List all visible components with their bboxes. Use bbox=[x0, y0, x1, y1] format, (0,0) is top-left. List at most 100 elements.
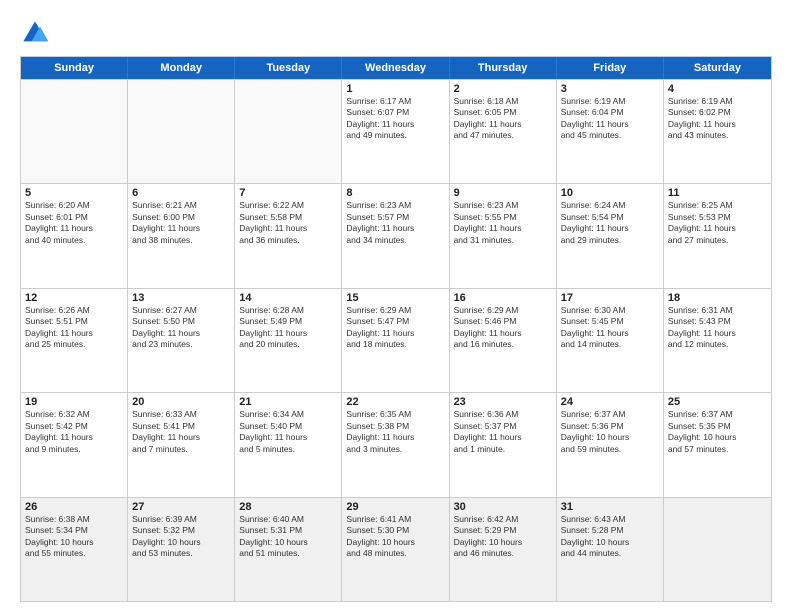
cell-info: Sunrise: 6:43 AMSunset: 5:28 PMDaylight:… bbox=[561, 514, 659, 560]
calendar-cell: 1Sunrise: 6:17 AMSunset: 6:07 PMDaylight… bbox=[342, 80, 449, 183]
calendar-cell: 14Sunrise: 6:28 AMSunset: 5:49 PMDayligh… bbox=[235, 289, 342, 392]
calendar-cell: 28Sunrise: 6:40 AMSunset: 5:31 PMDayligh… bbox=[235, 498, 342, 601]
weekday-header: Wednesday bbox=[342, 57, 449, 79]
day-number: 10 bbox=[561, 187, 659, 199]
day-number: 15 bbox=[346, 292, 444, 304]
day-number: 14 bbox=[239, 292, 337, 304]
calendar-cell bbox=[128, 80, 235, 183]
day-number: 23 bbox=[454, 396, 552, 408]
calendar: SundayMondayTuesdayWednesdayThursdayFrid… bbox=[20, 56, 772, 602]
cell-info: Sunrise: 6:27 AMSunset: 5:50 PMDaylight:… bbox=[132, 305, 230, 351]
cell-info: Sunrise: 6:38 AMSunset: 5:34 PMDaylight:… bbox=[25, 514, 123, 560]
day-number: 2 bbox=[454, 83, 552, 95]
header bbox=[20, 18, 772, 48]
calendar-cell: 15Sunrise: 6:29 AMSunset: 5:47 PMDayligh… bbox=[342, 289, 449, 392]
day-number: 11 bbox=[668, 187, 767, 199]
calendar-cell: 30Sunrise: 6:42 AMSunset: 5:29 PMDayligh… bbox=[450, 498, 557, 601]
day-number: 18 bbox=[668, 292, 767, 304]
calendar-header: SundayMondayTuesdayWednesdayThursdayFrid… bbox=[21, 57, 771, 79]
calendar-row: 5Sunrise: 6:20 AMSunset: 6:01 PMDaylight… bbox=[21, 183, 771, 287]
calendar-cell: 16Sunrise: 6:29 AMSunset: 5:46 PMDayligh… bbox=[450, 289, 557, 392]
day-number: 21 bbox=[239, 396, 337, 408]
calendar-cell: 23Sunrise: 6:36 AMSunset: 5:37 PMDayligh… bbox=[450, 393, 557, 496]
calendar-cell: 21Sunrise: 6:34 AMSunset: 5:40 PMDayligh… bbox=[235, 393, 342, 496]
cell-info: Sunrise: 6:36 AMSunset: 5:37 PMDaylight:… bbox=[454, 409, 552, 455]
calendar-row: 12Sunrise: 6:26 AMSunset: 5:51 PMDayligh… bbox=[21, 288, 771, 392]
day-number: 16 bbox=[454, 292, 552, 304]
cell-info: Sunrise: 6:26 AMSunset: 5:51 PMDaylight:… bbox=[25, 305, 123, 351]
day-number: 17 bbox=[561, 292, 659, 304]
cell-info: Sunrise: 6:17 AMSunset: 6:07 PMDaylight:… bbox=[346, 96, 444, 142]
day-number: 27 bbox=[132, 501, 230, 513]
day-number: 3 bbox=[561, 83, 659, 95]
cell-info: Sunrise: 6:30 AMSunset: 5:45 PMDaylight:… bbox=[561, 305, 659, 351]
day-number: 24 bbox=[561, 396, 659, 408]
logo bbox=[20, 18, 54, 48]
day-number: 12 bbox=[25, 292, 123, 304]
calendar-cell: 20Sunrise: 6:33 AMSunset: 5:41 PMDayligh… bbox=[128, 393, 235, 496]
day-number: 25 bbox=[668, 396, 767, 408]
calendar-row: 19Sunrise: 6:32 AMSunset: 5:42 PMDayligh… bbox=[21, 392, 771, 496]
day-number: 26 bbox=[25, 501, 123, 513]
cell-info: Sunrise: 6:18 AMSunset: 6:05 PMDaylight:… bbox=[454, 96, 552, 142]
calendar-cell: 24Sunrise: 6:37 AMSunset: 5:36 PMDayligh… bbox=[557, 393, 664, 496]
cell-info: Sunrise: 6:29 AMSunset: 5:46 PMDaylight:… bbox=[454, 305, 552, 351]
cell-info: Sunrise: 6:29 AMSunset: 5:47 PMDaylight:… bbox=[346, 305, 444, 351]
day-number: 22 bbox=[346, 396, 444, 408]
cell-info: Sunrise: 6:19 AMSunset: 6:04 PMDaylight:… bbox=[561, 96, 659, 142]
cell-info: Sunrise: 6:22 AMSunset: 5:58 PMDaylight:… bbox=[239, 200, 337, 246]
calendar-row: 26Sunrise: 6:38 AMSunset: 5:34 PMDayligh… bbox=[21, 497, 771, 601]
calendar-cell: 19Sunrise: 6:32 AMSunset: 5:42 PMDayligh… bbox=[21, 393, 128, 496]
cell-info: Sunrise: 6:33 AMSunset: 5:41 PMDaylight:… bbox=[132, 409, 230, 455]
day-number: 19 bbox=[25, 396, 123, 408]
weekday-header: Sunday bbox=[21, 57, 128, 79]
logo-icon bbox=[20, 18, 50, 48]
day-number: 28 bbox=[239, 501, 337, 513]
calendar-cell: 17Sunrise: 6:30 AMSunset: 5:45 PMDayligh… bbox=[557, 289, 664, 392]
calendar-cell: 22Sunrise: 6:35 AMSunset: 5:38 PMDayligh… bbox=[342, 393, 449, 496]
cell-info: Sunrise: 6:41 AMSunset: 5:30 PMDaylight:… bbox=[346, 514, 444, 560]
calendar-cell: 6Sunrise: 6:21 AMSunset: 6:00 PMDaylight… bbox=[128, 184, 235, 287]
day-number: 20 bbox=[132, 396, 230, 408]
calendar-cell: 5Sunrise: 6:20 AMSunset: 6:01 PMDaylight… bbox=[21, 184, 128, 287]
page: SundayMondayTuesdayWednesdayThursdayFrid… bbox=[0, 0, 792, 612]
day-number: 6 bbox=[132, 187, 230, 199]
calendar-cell: 10Sunrise: 6:24 AMSunset: 5:54 PMDayligh… bbox=[557, 184, 664, 287]
day-number: 7 bbox=[239, 187, 337, 199]
calendar-cell: 12Sunrise: 6:26 AMSunset: 5:51 PMDayligh… bbox=[21, 289, 128, 392]
cell-info: Sunrise: 6:32 AMSunset: 5:42 PMDaylight:… bbox=[25, 409, 123, 455]
calendar-cell: 31Sunrise: 6:43 AMSunset: 5:28 PMDayligh… bbox=[557, 498, 664, 601]
calendar-cell: 7Sunrise: 6:22 AMSunset: 5:58 PMDaylight… bbox=[235, 184, 342, 287]
calendar-cell: 3Sunrise: 6:19 AMSunset: 6:04 PMDaylight… bbox=[557, 80, 664, 183]
day-number: 31 bbox=[561, 501, 659, 513]
weekday-header: Tuesday bbox=[235, 57, 342, 79]
calendar-cell: 9Sunrise: 6:23 AMSunset: 5:55 PMDaylight… bbox=[450, 184, 557, 287]
calendar-cell bbox=[21, 80, 128, 183]
cell-info: Sunrise: 6:42 AMSunset: 5:29 PMDaylight:… bbox=[454, 514, 552, 560]
weekday-header: Monday bbox=[128, 57, 235, 79]
calendar-cell: 27Sunrise: 6:39 AMSunset: 5:32 PMDayligh… bbox=[128, 498, 235, 601]
day-number: 4 bbox=[668, 83, 767, 95]
cell-info: Sunrise: 6:37 AMSunset: 5:36 PMDaylight:… bbox=[561, 409, 659, 455]
calendar-cell: 18Sunrise: 6:31 AMSunset: 5:43 PMDayligh… bbox=[664, 289, 771, 392]
calendar-cell: 2Sunrise: 6:18 AMSunset: 6:05 PMDaylight… bbox=[450, 80, 557, 183]
day-number: 29 bbox=[346, 501, 444, 513]
calendar-cell: 8Sunrise: 6:23 AMSunset: 5:57 PMDaylight… bbox=[342, 184, 449, 287]
calendar-cell: 25Sunrise: 6:37 AMSunset: 5:35 PMDayligh… bbox=[664, 393, 771, 496]
weekday-header: Friday bbox=[557, 57, 664, 79]
cell-info: Sunrise: 6:20 AMSunset: 6:01 PMDaylight:… bbox=[25, 200, 123, 246]
cell-info: Sunrise: 6:21 AMSunset: 6:00 PMDaylight:… bbox=[132, 200, 230, 246]
calendar-cell: 29Sunrise: 6:41 AMSunset: 5:30 PMDayligh… bbox=[342, 498, 449, 601]
calendar-cell: 4Sunrise: 6:19 AMSunset: 6:02 PMDaylight… bbox=[664, 80, 771, 183]
day-number: 1 bbox=[346, 83, 444, 95]
cell-info: Sunrise: 6:19 AMSunset: 6:02 PMDaylight:… bbox=[668, 96, 767, 142]
calendar-cell bbox=[664, 498, 771, 601]
calendar-cell bbox=[235, 80, 342, 183]
cell-info: Sunrise: 6:23 AMSunset: 5:57 PMDaylight:… bbox=[346, 200, 444, 246]
cell-info: Sunrise: 6:28 AMSunset: 5:49 PMDaylight:… bbox=[239, 305, 337, 351]
cell-info: Sunrise: 6:37 AMSunset: 5:35 PMDaylight:… bbox=[668, 409, 767, 455]
cell-info: Sunrise: 6:39 AMSunset: 5:32 PMDaylight:… bbox=[132, 514, 230, 560]
day-number: 8 bbox=[346, 187, 444, 199]
day-number: 5 bbox=[25, 187, 123, 199]
day-number: 9 bbox=[454, 187, 552, 199]
